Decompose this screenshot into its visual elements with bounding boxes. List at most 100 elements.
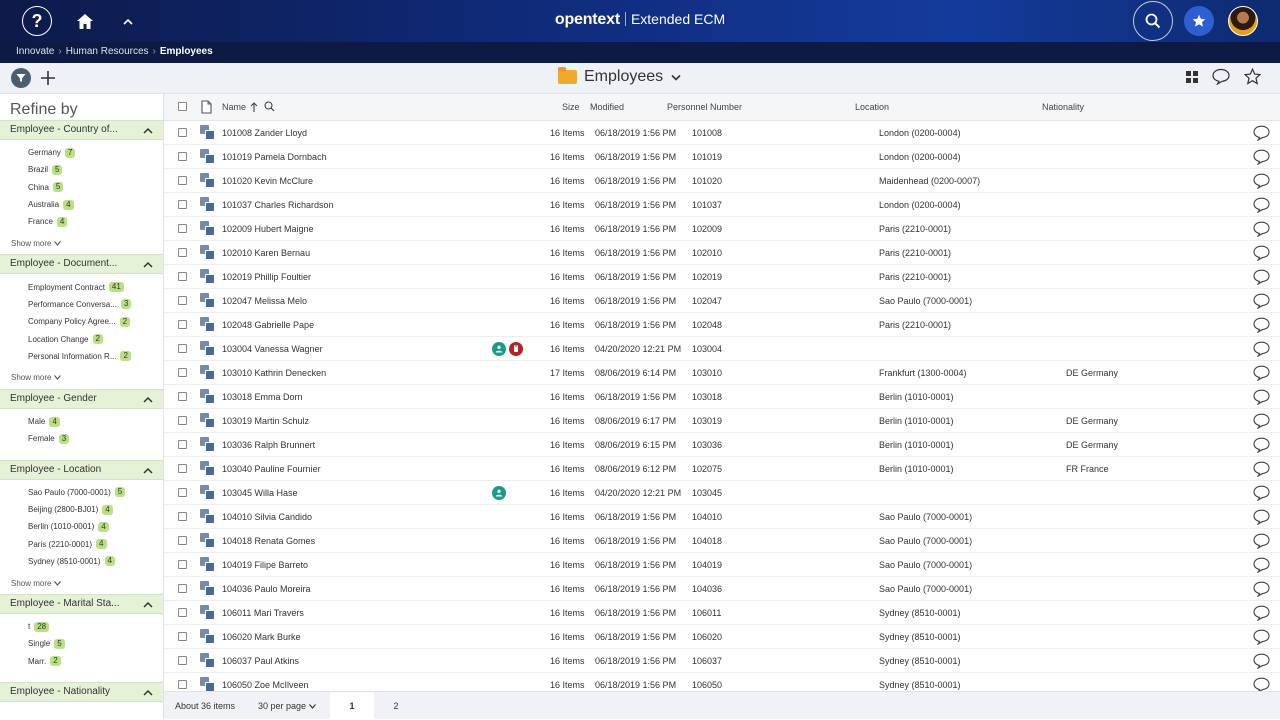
grid-view-icon[interactable] [1186,71,1198,83]
employee-name-link[interactable]: 101008 Zander Lloyd [222,128,307,138]
comments-button[interactable] [1212,68,1230,90]
facet-item[interactable]: China 5 [0,179,163,196]
table-row[interactable]: 101020 Kevin McClure 16 Items 06/18/2019 1… [164,169,1280,193]
show-more-link[interactable]: Show more [0,232,163,254]
facet-item[interactable]: Location Change 2 [0,330,163,347]
table-row[interactable]: 103018 Emma Dorn 16 Items 06/18/2019 1:56 … [164,385,1280,409]
column-search-icon[interactable] [264,101,275,112]
column-modified[interactable]: Modified [590,102,624,112]
employee-name-link[interactable]: 101019 Pamela Dornbach [222,152,327,162]
employee-name-link[interactable]: 102009 Hubert Maigne [222,224,314,234]
page-title-dropdown[interactable]: Employees [558,67,681,86]
table-row[interactable]: 106037 Paul Atkins 16 Items 06/18/2019 1:5… [164,649,1280,673]
facet-item[interactable]: Marr. 2 [0,653,163,670]
filter-button[interactable] [11,68,31,88]
facet-item[interactable]: Personal Information R... 2 [0,348,163,365]
employee-name-link[interactable]: 106037 Paul Atkins [222,656,299,666]
comment-button[interactable] [1253,653,1270,671]
row-checkbox[interactable] [178,440,187,449]
row-checkbox[interactable] [178,320,187,329]
facet-header[interactable]: Employee - Location [0,459,163,480]
add-button[interactable] [41,65,55,91]
employee-name-link[interactable]: 103045 Willa Hase [222,488,298,498]
breadcrumb-item-human-resources[interactable]: Human Resources [66,46,149,57]
row-checkbox[interactable] [178,392,187,401]
facet-item[interactable]: Germany 7 [0,144,163,161]
row-checkbox[interactable] [178,248,187,257]
comment-button[interactable] [1253,557,1270,575]
facet-header[interactable]: Employee - Marital Sta... [0,594,163,615]
facet-item[interactable]: Male 4 [0,413,163,430]
facet-header[interactable]: Employee - Country of... [0,120,163,140]
table-row[interactable]: 104036 Paulo Moreira 16 Items 06/18/2019 1… [164,577,1280,601]
row-checkbox[interactable] [178,272,187,281]
comment-button[interactable] [1253,149,1270,167]
comment-button[interactable] [1253,485,1270,503]
facet-header[interactable]: Employee - Gender [0,388,163,409]
comment-button[interactable] [1253,221,1270,239]
row-checkbox[interactable] [178,296,187,305]
show-more-link[interactable]: Show more [0,367,163,389]
table-row[interactable]: 101008 Zander Lloyd 16 Items 06/18/2019 1:… [164,121,1280,145]
facet-item[interactable]: France 4 [0,213,163,230]
hand-icon[interactable] [509,342,523,356]
comment-button[interactable] [1253,629,1270,647]
row-checkbox[interactable] [178,128,187,137]
employee-name-link[interactable]: 106011 Mari Travers [222,608,304,618]
column-personnel-number[interactable]: Personnel Number [667,102,742,112]
employee-name-link[interactable]: 106020 Mark Burke [222,632,301,642]
employee-name-link[interactable]: 104010 Silvia Candido [222,512,312,522]
employee-name-link[interactable]: 103040 Pauline Fournier [222,464,321,474]
facet-header[interactable]: Employee - Nationality [0,681,163,702]
row-checkbox[interactable] [178,584,187,593]
facet-item[interactable]: t 28 [0,618,163,635]
favorites-button[interactable] [1184,6,1214,36]
page-1-button[interactable]: 1 [330,692,374,720]
table-row[interactable]: 103010 Kathrin Denecken 17 Items 08/06/201… [164,361,1280,385]
comment-button[interactable] [1253,269,1270,287]
column-location[interactable]: Location [855,102,889,112]
facet-item[interactable]: Company Policy Agree... 2 [0,313,163,330]
facet-item[interactable]: Employment Contract 41 [0,278,163,295]
facet-item[interactable]: Female 3 [0,430,163,447]
employee-name-link[interactable]: 101020 Kevin McClure [222,176,313,186]
table-row[interactable]: 102048 Gabrielle Pape 16 Items 06/18/2019 … [164,313,1280,337]
comment-button[interactable] [1253,533,1270,551]
employee-name-link[interactable]: 103004 Vanessa Wagner [222,344,323,354]
comment-button[interactable] [1253,125,1270,143]
employee-name-link[interactable]: 106050 Zoe McIlveen [222,680,309,690]
employee-name-link[interactable]: 102019 Phillip Foultier [222,272,311,282]
column-size[interactable]: Size [562,102,580,112]
employee-name-link[interactable]: 103018 Emma Dorn [222,392,303,402]
facet-header[interactable]: Employee - Document... [0,254,163,275]
select-all-checkbox[interactable] [178,102,187,111]
employee-name-link[interactable]: 104036 Paulo Moreira [222,584,311,594]
comment-button[interactable] [1253,581,1270,599]
table-row[interactable]: 106020 Mark Burke 16 Items 06/18/2019 1:56… [164,625,1280,649]
table-row[interactable]: 102010 Karen Bernau 16 Items 06/18/2019 1:… [164,241,1280,265]
row-checkbox[interactable] [178,344,187,353]
employee-name-link[interactable]: 104019 Filipe Barreto [222,560,308,570]
table-row[interactable]: 103036 Ralph Brunnert 16 Items 08/06/2019 … [164,433,1280,457]
row-checkbox[interactable] [178,608,187,617]
column-nationality[interactable]: Nationality [1042,102,1084,112]
comment-button[interactable] [1253,413,1270,431]
row-checkbox[interactable] [178,536,187,545]
facet-item[interactable]: Sao Paulo (7000-0001) 5 [0,484,163,501]
facet-item[interactable]: Beijing (2800-BJ01) 4 [0,501,163,518]
comment-button[interactable] [1253,317,1270,335]
comment-button[interactable] [1253,245,1270,263]
comment-button[interactable] [1253,461,1270,479]
breadcrumb-item-innovate[interactable]: Innovate [16,46,54,57]
table-row[interactable]: 104010 Silvia Candido 16 Items 06/18/2019 … [164,505,1280,529]
comment-button[interactable] [1253,197,1270,215]
table-row[interactable]: 101019 Pamela Dornbach 16 Items 06/18/2019… [164,145,1280,169]
sort-ascending-icon[interactable] [250,102,258,112]
table-row[interactable]: 101037 Charles Richardson 16 Items 06/18/2… [164,193,1280,217]
employee-name-link[interactable]: 101037 Charles Richardson [222,200,334,210]
table-row[interactable]: 104019 Filipe Barreto 16 Items 06/18/2019 … [164,553,1280,577]
table-row[interactable]: 102019 Phillip Foultier 16 Items 06/18/201… [164,265,1280,289]
facet-item[interactable]: Brazil 5 [0,161,163,178]
comment-button[interactable] [1253,437,1270,455]
employee-name-link[interactable]: 104018 Renata Gomes [222,536,315,546]
